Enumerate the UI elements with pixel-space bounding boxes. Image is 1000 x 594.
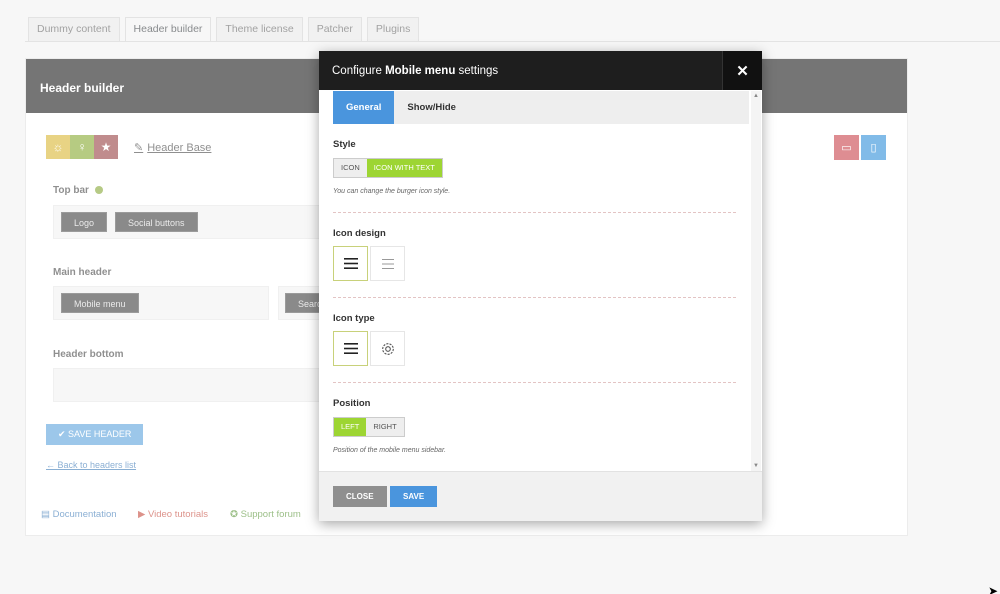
gear-icon (381, 342, 394, 355)
mouse-cursor-icon: ➤ (988, 584, 999, 594)
style-label: Style (333, 139, 356, 150)
hamburger-bold-icon (343, 258, 358, 269)
close-icon[interactable]: ✕ (722, 51, 762, 90)
divider (333, 297, 736, 298)
icon-type-menu-option[interactable] (333, 331, 368, 366)
modal-footer: CLOSE SAVE (319, 471, 762, 521)
style-selector: ICON ICON WITH TEXT (333, 158, 443, 178)
icon-design-thin-option[interactable] (370, 246, 405, 281)
hamburger-thin-icon (381, 258, 394, 269)
tab-show-hide[interactable]: Show/Hide (394, 91, 469, 124)
divider (333, 382, 736, 383)
tab-general[interactable]: General (333, 91, 395, 124)
position-option-right[interactable]: RIGHT (366, 418, 404, 436)
position-selector: LEFT RIGHT (333, 417, 405, 437)
icon-type-gear-option[interactable] (370, 331, 405, 366)
position-help-text: Position of the mobile menu sidebar. (333, 447, 446, 454)
scroll-down-icon[interactable]: ▼ (751, 463, 761, 469)
modal-title-element: Mobile menu (385, 65, 456, 77)
modal-title-prefix: Configure (332, 65, 386, 77)
scroll-up-icon[interactable]: ▲ (751, 93, 761, 99)
style-help-text: You can change the burger icon style. (333, 188, 451, 195)
divider (333, 212, 736, 213)
icon-design-bold-option[interactable] (333, 246, 368, 281)
position-label: Position (333, 398, 371, 409)
modal-tabs: General Show/Hide (333, 91, 749, 124)
modal-title: Configure Mobile menu settings (319, 51, 762, 90)
modal-title-suffix: settings (455, 65, 499, 77)
style-option-icon[interactable]: ICON (334, 159, 367, 177)
hamburger-icon (343, 343, 358, 354)
modal-scrollbar[interactable]: ▲ ▼ (751, 91, 761, 471)
icon-type-label: Icon type (333, 313, 375, 324)
style-option-icon-with-text[interactable]: ICON WITH TEXT (366, 159, 442, 177)
position-option-left[interactable]: LEFT (334, 418, 367, 436)
icon-design-label: Icon design (333, 228, 386, 239)
save-button[interactable]: SAVE (390, 486, 438, 507)
mobile-menu-settings-modal: Configure Mobile menu settings ✕ General… (319, 51, 762, 521)
close-button[interactable]: CLOSE (333, 486, 387, 507)
